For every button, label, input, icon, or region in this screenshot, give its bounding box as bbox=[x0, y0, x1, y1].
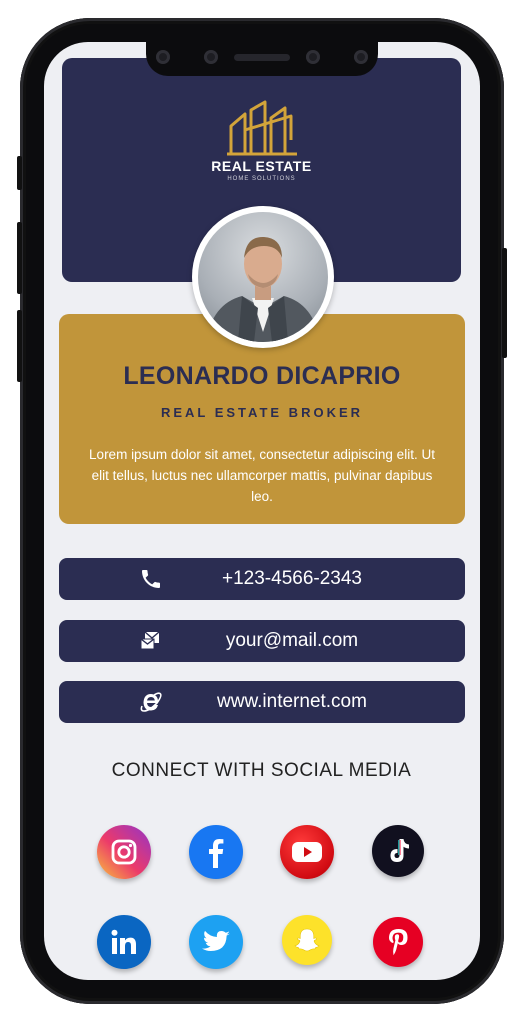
tiktok-icon bbox=[390, 839, 409, 862]
phone-button[interactable]: +123-4566-2343 bbox=[59, 558, 465, 600]
camera-icon bbox=[204, 50, 218, 64]
email-address: your@mail.com bbox=[225, 630, 359, 651]
phone-number: +123-4566-2343 bbox=[222, 568, 362, 589]
volume-down-button bbox=[17, 310, 22, 382]
brand-logo: REAL ESTATE HOME SOLUTIONS bbox=[62, 100, 461, 182]
profile-role: REAL ESTATE BROKER bbox=[160, 405, 364, 420]
mute-switch bbox=[17, 156, 22, 190]
pinterest-icon bbox=[389, 929, 408, 956]
volume-up-button bbox=[17, 222, 22, 294]
pinterest-button[interactable] bbox=[373, 917, 423, 967]
youtube-icon bbox=[292, 842, 322, 862]
social-heading: CONNECT WITH SOCIAL MEDIA bbox=[111, 760, 412, 781]
facebook-icon bbox=[209, 839, 224, 868]
building-logo-icon bbox=[226, 100, 297, 156]
linkedin-button[interactable] bbox=[97, 915, 151, 969]
phone-icon bbox=[142, 570, 160, 588]
youtube-button[interactable] bbox=[280, 825, 334, 879]
website-url: www.internet.com bbox=[217, 691, 367, 712]
profile-bio: Lorem ipsum dolor sit amet, consectetur … bbox=[89, 447, 435, 504]
brand-tagline: HOME SOLUTIONS bbox=[227, 176, 296, 182]
snapchat-icon bbox=[294, 928, 320, 952]
avatar bbox=[192, 206, 334, 348]
instagram-button[interactable] bbox=[97, 825, 151, 879]
twitter-icon bbox=[202, 930, 230, 951]
brand-name: REAL ESTATE bbox=[211, 158, 312, 174]
snapchat-button[interactable] bbox=[282, 915, 332, 965]
tiktok-button[interactable] bbox=[372, 825, 424, 877]
notch bbox=[146, 42, 378, 76]
power-button bbox=[502, 248, 507, 358]
mail-icon bbox=[140, 631, 160, 650]
instagram-icon bbox=[111, 839, 137, 865]
speaker-grille bbox=[234, 54, 290, 61]
sensor-icon bbox=[156, 50, 170, 64]
sensor-icon bbox=[354, 50, 368, 64]
facebook-button[interactable] bbox=[189, 825, 243, 879]
twitter-button[interactable] bbox=[189, 915, 243, 969]
email-button[interactable]: your@mail.com bbox=[59, 620, 465, 662]
camera-icon bbox=[306, 50, 320, 64]
profile-photo bbox=[198, 212, 328, 342]
internet-explorer-icon bbox=[140, 692, 162, 712]
linkedin-icon bbox=[111, 929, 136, 954]
website-button[interactable]: www.internet.com bbox=[59, 681, 465, 723]
profile-name: LEONARDO DICAPRIO bbox=[123, 362, 401, 390]
